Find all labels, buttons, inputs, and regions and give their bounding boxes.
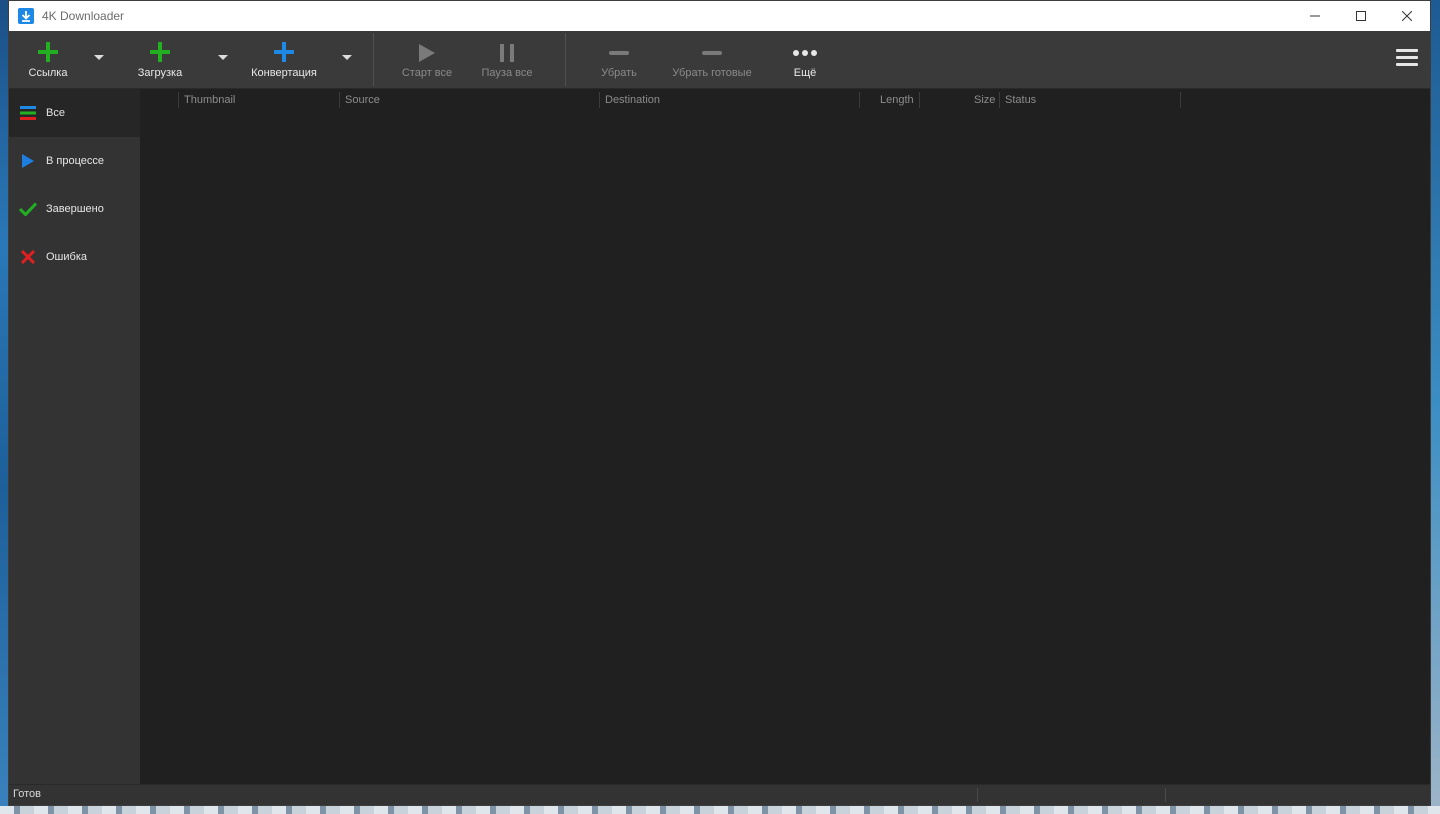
downloads-table[interactable]: Thumbnail Source Destination Length Size… [140,89,1430,786]
desktop-background-right [1431,0,1440,814]
remove-finished-button[interactable]: Убрать готовые [667,31,757,88]
app-download-icon [18,8,34,24]
more-button[interactable]: Ещё [785,31,825,88]
pause-all-label: Пауза все [481,67,533,79]
column-header-status[interactable]: Status [1005,92,1036,108]
more-dots-icon [793,50,817,56]
status-separator [1165,788,1166,802]
title-bar[interactable]: 4K Downloader [9,1,1430,31]
maximize-icon [1356,11,1366,21]
desktop-background-left [0,0,8,814]
status-separator [977,788,978,802]
desktop-background-bottom [0,806,1440,814]
sidebar-item-label: Все [46,107,65,119]
pause-all-button[interactable]: Пауза все [479,31,535,88]
column-separator [339,92,340,108]
column-separator [919,92,920,108]
column-header-source[interactable]: Source [345,92,380,108]
blue-plus-icon [274,42,294,62]
green-plus-icon [38,42,58,62]
toolbar-separator [565,33,566,86]
column-header-size[interactable]: Size [974,92,995,108]
play-icon [19,152,37,170]
download-dropdown-arrow-icon[interactable] [218,55,228,60]
all-list-icon [19,104,37,122]
status-bar: Готов [9,784,1430,805]
sidebar-item-label: В процессе [46,155,104,167]
add-link-label: Ссылка [28,67,68,79]
remove-button[interactable]: Убрать [595,31,643,88]
add-link-button[interactable]: Ссылка [27,31,69,88]
column-separator [178,92,179,108]
column-separator [999,92,1000,108]
window-title: 4K Downloader [42,9,125,23]
column-separator [859,92,860,108]
minus-icon [609,51,629,55]
column-header-destination[interactable]: Destination [605,92,660,108]
maximize-button[interactable] [1338,1,1384,31]
add-download-label: Загрузка [137,67,183,79]
start-all-button[interactable]: Старт все [399,31,455,88]
toolbar: Ссылка Загрузка Конвертация Старт все Па… [9,31,1430,89]
close-icon [1402,11,1412,21]
link-dropdown-arrow-icon[interactable] [94,55,104,60]
add-download-button[interactable]: Загрузка [133,31,187,88]
column-separator [599,92,600,108]
toolbar-separator [373,33,374,86]
hamburger-menu-icon[interactable] [1396,49,1418,70]
play-icon [419,44,435,62]
sidebar-item-label: Завершено [46,203,104,215]
start-all-label: Старт все [401,67,453,79]
sidebar-item-label: Ошибка [46,251,87,263]
column-header-thumbnail[interactable]: Thumbnail [184,92,235,108]
minimize-button[interactable] [1292,1,1338,31]
remove-label: Убрать [601,67,637,79]
sidebar-item-error[interactable]: Ошибка [9,233,140,281]
sidebar: Все В процессе Завершено Ошибка [9,89,140,786]
check-icon [19,200,37,218]
table-header: Thumbnail Source Destination Length Size… [140,89,1430,111]
column-header-length[interactable]: Length [880,92,914,108]
more-label: Ещё [793,67,817,79]
add-convert-button[interactable]: Конвертация [248,31,320,88]
pause-icon [500,44,514,62]
app-window: 4K Downloader Ссылка Загрузка Конвертаци… [8,0,1431,806]
sidebar-item-all[interactable]: Все [9,89,140,137]
remove-finished-label: Убрать готовые [672,67,752,79]
minus-icon [702,51,722,55]
close-button[interactable] [1384,1,1430,31]
column-separator [1180,92,1181,108]
add-convert-label: Конвертация [251,67,317,79]
sidebar-item-in-progress[interactable]: В процессе [9,137,140,185]
sidebar-item-completed[interactable]: Завершено [9,185,140,233]
error-x-icon [19,248,37,266]
green-plus-icon [150,42,170,62]
minimize-icon [1310,15,1320,17]
status-text: Готов [13,788,41,800]
convert-dropdown-arrow-icon[interactable] [342,55,352,60]
